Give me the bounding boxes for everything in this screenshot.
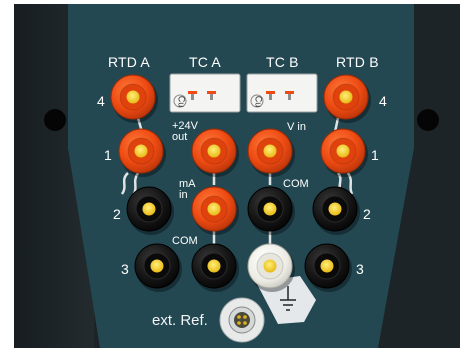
v-in-label: V in: [287, 121, 306, 133]
ma-in-label: mA in: [179, 178, 196, 201]
rtd-a-header: RTD A: [108, 54, 150, 70]
tc-b-header: TC B: [266, 54, 299, 70]
left-number-3: 3: [121, 261, 129, 277]
tc-a-header: TC A: [189, 54, 221, 70]
ext-ref-connector[interactable]: [219, 297, 265, 343]
left-number-2: 2: [113, 206, 121, 222]
left-number-4: 4: [97, 93, 105, 109]
panel-graphics: [0, 0, 475, 352]
mounting-hole-right-icon: [417, 109, 439, 131]
left-number-1: 1: [104, 147, 112, 163]
mounting-hole-left-icon: [44, 109, 66, 131]
right-number-2: 2: [363, 206, 371, 222]
right-number-1: 1: [371, 147, 379, 163]
tc-b-cu-label: Cu: [253, 95, 264, 108]
plus24v-out-label: +24V out: [172, 120, 198, 143]
com-left-label: COM: [172, 235, 198, 247]
ext-ref-label: ext. Ref.: [152, 312, 208, 329]
com-right-label: COM: [283, 178, 309, 190]
right-number-3: 3: [356, 261, 364, 277]
rtd-b-header: RTD B: [336, 54, 379, 70]
tc-a-cu-label: Cu: [176, 95, 187, 108]
right-number-4: 4: [379, 93, 387, 109]
connector-panel: RTD A TC A TC B RTD B Cu Cu 4 1 2 3 4 1 …: [0, 0, 475, 352]
